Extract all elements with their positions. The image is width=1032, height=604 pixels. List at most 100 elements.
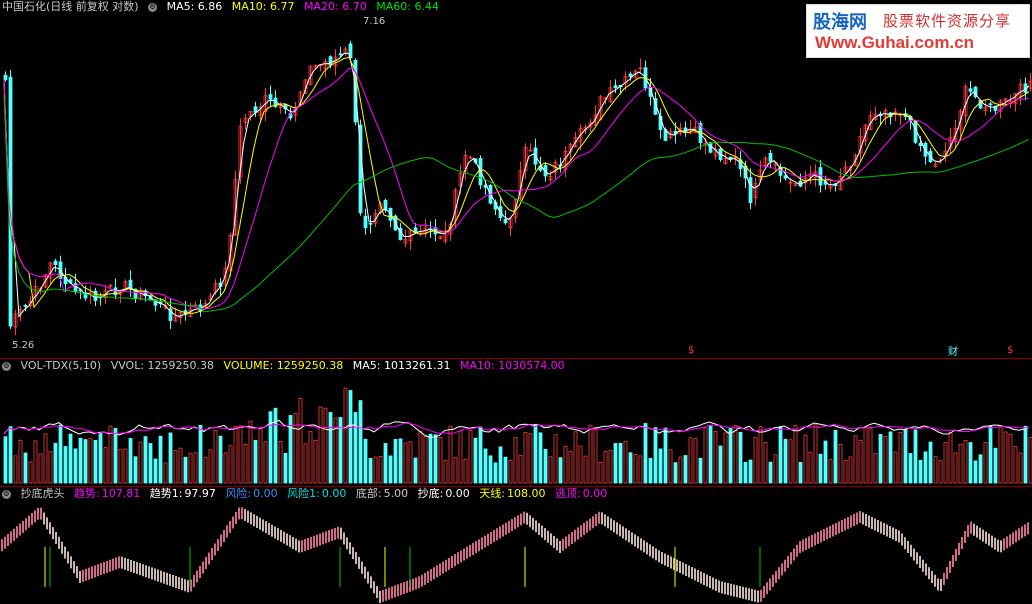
candle-body xyxy=(53,260,58,265)
volume-bar xyxy=(418,431,423,484)
volume-bar xyxy=(303,443,308,484)
volume-bar xyxy=(318,406,323,484)
volume-bar xyxy=(973,460,978,484)
volume-bar xyxy=(793,425,798,484)
volume-bar xyxy=(673,462,678,484)
volume-bar xyxy=(803,434,808,484)
volume-bar xyxy=(1003,431,1008,484)
volume-bar xyxy=(363,438,368,484)
volume-bar xyxy=(928,441,933,484)
volume-bar xyxy=(63,446,68,484)
volume-bar xyxy=(798,461,803,484)
volume-bar xyxy=(118,448,123,484)
settings-icon[interactable]: ⚙ xyxy=(2,361,11,371)
volume-chart xyxy=(3,387,1032,484)
volume-bar xyxy=(648,457,653,484)
volume-bar xyxy=(243,444,248,484)
indicator-panel[interactable]: ⚙ 抄底虎头 趋势: 107.81 趋势1: 97.97 风险: 0.00 风险1: 0… xyxy=(0,487,1032,604)
volume-bar xyxy=(713,431,718,484)
volume-bar xyxy=(488,455,493,484)
trend-label: 趋势: xyxy=(74,487,100,500)
volume-bar xyxy=(608,449,613,484)
volume-bar xyxy=(533,423,538,484)
volume-panel[interactable]: ⚙ VOL-TDX(5,10) VVOL: 1259250.38 VOLUME:… xyxy=(0,359,1032,486)
volume-bar xyxy=(248,420,253,484)
volume-bar xyxy=(463,458,468,484)
volume-bar xyxy=(428,433,433,484)
ma10-value: MA10: 6.77 xyxy=(231,0,295,13)
risk1-label: 风险1: xyxy=(287,487,320,500)
candle-body xyxy=(613,85,618,88)
volume-bar xyxy=(818,453,823,484)
volume-bar xyxy=(278,441,283,484)
candle-body xyxy=(628,73,633,78)
volume-bar xyxy=(443,460,448,484)
volume-bar xyxy=(768,461,773,484)
volume-bar xyxy=(3,436,8,484)
volume-bar xyxy=(453,457,458,484)
volume-bar xyxy=(603,450,608,484)
bottom-value: 5.00 xyxy=(383,487,409,500)
volume-bar xyxy=(678,456,683,484)
volume-bar xyxy=(193,452,198,484)
buy-label: 抄底: xyxy=(417,487,444,500)
finance-marker[interactable]: 财 xyxy=(948,343,958,358)
volume-bar xyxy=(473,437,478,484)
volume-bar xyxy=(23,452,28,484)
indicator-header: ⚙ 抄底虎头 趋势: 107.81 趋势1: 97.97 风险: 0.00 风险1: 0… xyxy=(0,487,613,501)
volume-bar xyxy=(168,432,173,484)
volume-bar xyxy=(938,460,943,484)
volume-bar xyxy=(28,461,33,484)
volume-bar xyxy=(78,437,83,484)
settings-icon[interactable]: ⚙ xyxy=(2,489,11,499)
volume-bar xyxy=(448,425,453,484)
volume-bar xyxy=(963,440,968,484)
volume-bar xyxy=(133,456,138,484)
volume-bar xyxy=(833,430,838,484)
volume-bar xyxy=(208,449,213,484)
volume-bar xyxy=(8,426,13,484)
volume-bar xyxy=(18,439,23,484)
indicator-chart xyxy=(1,507,1029,603)
volume-bar xyxy=(438,437,443,484)
volume-bar xyxy=(203,456,208,484)
volume-bar xyxy=(848,456,853,484)
settings-icon[interactable]: ⚙ xyxy=(148,2,158,12)
volume-bar xyxy=(508,459,513,484)
ma20-value: MA20: 6.70 xyxy=(304,0,367,13)
volume-bar xyxy=(633,454,638,484)
volume-bar xyxy=(968,442,973,484)
volume-bar xyxy=(953,452,958,484)
volume-bar xyxy=(258,428,263,484)
volume-bar xyxy=(263,441,268,484)
candle-body xyxy=(338,53,343,56)
volume-bar xyxy=(568,450,573,484)
volume-bar xyxy=(873,452,878,484)
risk-label: 风险: xyxy=(225,487,252,500)
bottom-label: 底部: xyxy=(355,487,382,500)
volume-bar xyxy=(53,442,58,484)
volume-bar xyxy=(658,448,663,484)
dollar-marker-2[interactable]: $ xyxy=(1007,345,1013,356)
volume-bar xyxy=(613,443,618,484)
volume-bar xyxy=(528,433,533,484)
volume-bar xyxy=(983,441,988,484)
volume-bar xyxy=(558,457,563,484)
ma20-line xyxy=(3,67,1030,310)
volume-bar xyxy=(88,438,93,484)
volume-bar xyxy=(273,407,278,484)
volume-bar xyxy=(688,437,693,484)
volume-bar xyxy=(653,427,658,484)
volume-bar xyxy=(753,437,758,484)
dollar-marker-1[interactable]: $ xyxy=(688,345,694,356)
volume-bar xyxy=(348,390,353,484)
volume-bar xyxy=(93,439,98,484)
candle-body xyxy=(368,222,373,225)
volume-bar xyxy=(238,425,243,484)
price-panel[interactable]: 中国石化(日线 前复权 对数) ⚙ MA5: 6.86 MA10: 6.77 M… xyxy=(0,0,1032,358)
high-price-label: 7.16 xyxy=(363,16,386,27)
volume-header: ⚙ VOL-TDX(5,10) VVOL: 1259250.38 VOLUME:… xyxy=(0,359,571,373)
volume-bar xyxy=(853,435,858,484)
volume-bar xyxy=(638,455,643,484)
low-price-label: 5.26 xyxy=(12,340,35,351)
